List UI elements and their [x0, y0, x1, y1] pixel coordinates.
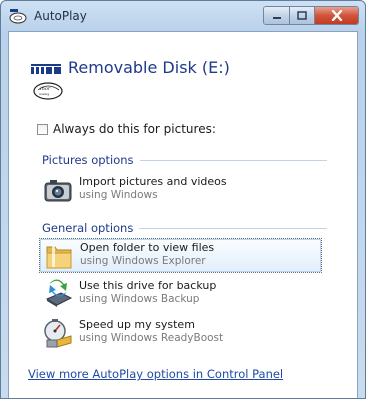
pictures-options-heading: Pictures options: [42, 153, 327, 167]
maximize-icon: [297, 11, 307, 20]
divider: [139, 227, 327, 229]
option-subtitle: using Windows Backup: [79, 293, 200, 305]
always-label: Always do this for pictures:: [53, 122, 216, 136]
backup-option[interactable]: Use this drive for backup using Windows …: [39, 277, 322, 312]
autoplay-window: AutoPlay Removable Disk (E:) inor analog…: [0, 0, 366, 399]
drive-logo-icon: inor analog: [33, 82, 63, 100]
content-panel: Removable Disk (E:) inor analog Always d…: [8, 31, 358, 398]
option-subtitle: using Windows ReadyBoost: [79, 332, 224, 344]
maximize-button[interactable]: [290, 7, 315, 24]
general-options-heading: General options: [42, 221, 327, 235]
option-subtitle: using Windows: [79, 189, 158, 201]
always-checkbox[interactable]: [37, 123, 48, 135]
option-subtitle: using Windows Explorer: [80, 255, 206, 267]
minimize-icon: [272, 16, 281, 19]
camera-icon: [44, 180, 72, 202]
import-pictures-option[interactable]: Import pictures and videos using Windows: [39, 173, 322, 208]
window-title: AutoPlay: [34, 9, 87, 23]
caption-buttons: [263, 6, 359, 25]
open-folder-option[interactable]: Open folder to view files using Windows …: [39, 238, 322, 273]
option-title: Speed up my system: [79, 318, 195, 331]
folder-icon: [46, 245, 72, 269]
always-do-row[interactable]: Always do this for pictures:: [37, 122, 216, 136]
backup-icon: [45, 279, 73, 307]
inor-logo: [31, 64, 61, 74]
readyboost-icon: [44, 319, 72, 348]
general-options-label: General options: [42, 221, 134, 235]
autoplay-app-icon: [9, 9, 27, 24]
close-icon: [331, 10, 342, 21]
minimize-button[interactable]: [264, 7, 290, 24]
control-panel-link[interactable]: View more AutoPlay options in Control Pa…: [28, 367, 283, 381]
option-title: Open folder to view files: [80, 241, 215, 254]
device-title: Removable Disk (E:): [68, 58, 230, 77]
svg-text:analog: analog: [39, 92, 49, 96]
pictures-options-label: Pictures options: [42, 153, 134, 167]
close-button[interactable]: [315, 7, 358, 24]
title-bar[interactable]: AutoPlay: [1, 1, 365, 31]
option-title: Use this drive for backup: [79, 279, 217, 292]
divider: [139, 159, 327, 161]
option-title: Import pictures and videos: [79, 175, 227, 188]
readyboost-option[interactable]: Speed up my system using Windows ReadyBo…: [39, 316, 322, 351]
